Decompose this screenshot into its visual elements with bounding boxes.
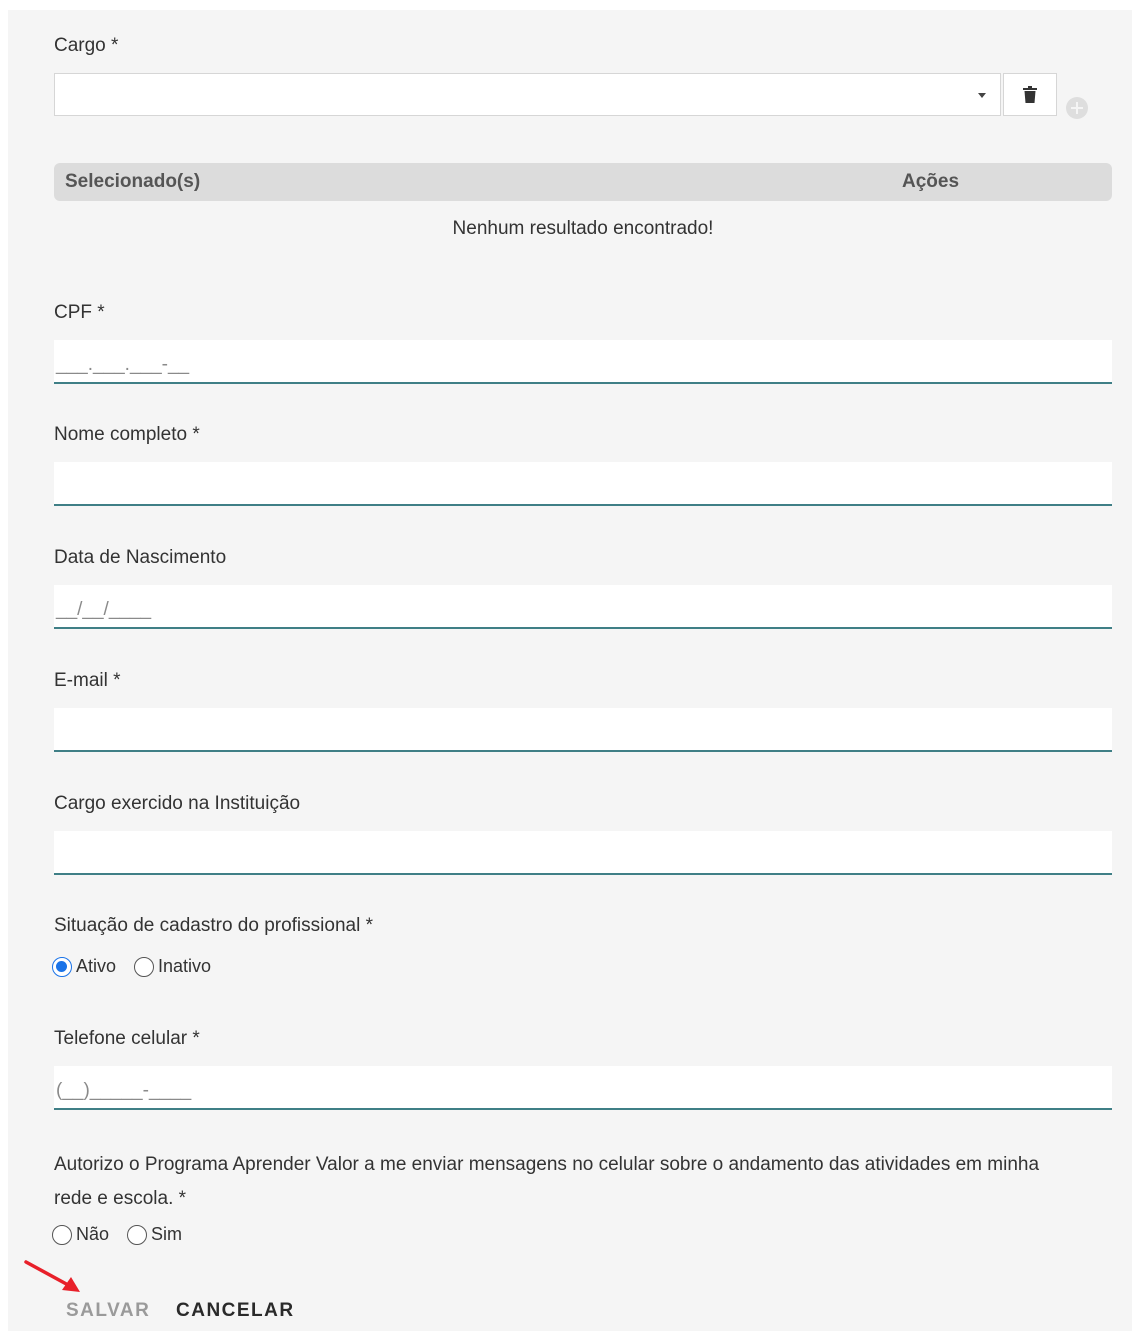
nascimento-label: Data de Nascimento <box>54 547 227 568</box>
autorizacao-radio-group: Não Sim <box>52 1224 200 1245</box>
situacao-option-ativo[interactable]: Ativo <box>52 956 116 977</box>
cpf-mask: ___.___.___-__ <box>56 354 190 375</box>
autorizacao-option-label: Sim <box>151 1224 183 1244</box>
nome-field[interactable] <box>54 462 1112 506</box>
delete-cargo-button[interactable] <box>1003 73 1057 116</box>
cancel-button[interactable]: CANCELAR <box>176 1300 295 1322</box>
radio-ativo[interactable] <box>52 956 72 977</box>
telefone-field[interactable]: (__)_____-____ <box>54 1066 1112 1110</box>
situacao-option-label: Inativo <box>158 956 212 976</box>
column-header-selected: Selecionado(s) <box>65 171 201 192</box>
situacao-option-inativo[interactable]: Inativo <box>134 956 211 977</box>
cargo-select[interactable] <box>54 73 1001 116</box>
plus-circle-icon[interactable] <box>1066 97 1088 119</box>
situacao-radio-group: Ativo Inativo <box>52 956 229 977</box>
column-header-actions: Ações <box>902 171 960 192</box>
autorizacao-text: Autorizo o Programa Aprender Valor a me … <box>54 1154 1040 1209</box>
email-field[interactable] <box>54 708 1112 752</box>
cargo-label: Cargo * <box>54 35 119 56</box>
cpf-field[interactable]: ___.___.___-__ <box>54 340 1112 384</box>
situacao-option-label: Ativo <box>76 956 117 976</box>
nascimento-field[interactable]: __/__/____ <box>54 585 1112 629</box>
empty-results-message: Nenhum resultado encontrado! <box>452 218 714 239</box>
telefone-label: Telefone celular * <box>54 1028 200 1049</box>
radio-inativo[interactable] <box>134 956 155 977</box>
radio-sim[interactable] <box>127 1224 148 1245</box>
nascimento-mask: __/__/____ <box>56 599 152 620</box>
trash-icon <box>1023 86 1037 103</box>
form-panel <box>8 10 1132 1331</box>
radio-nao[interactable] <box>52 1224 72 1245</box>
autorizacao-option-sim[interactable]: Sim <box>127 1224 182 1245</box>
nome-label: Nome completo * <box>54 424 200 445</box>
autorizacao-option-label: Não <box>76 1224 110 1244</box>
selected-table-header: Selecionado(s) Ações <box>54 163 1112 201</box>
cargo-exercido-field[interactable] <box>54 831 1112 875</box>
situacao-label: Situação de cadastro do profissional * <box>54 915 373 936</box>
annotation-arrow-icon <box>24 1260 80 1292</box>
cargo-exercido-label: Cargo exercido na Instituição <box>54 793 301 814</box>
autorizacao-option-nao[interactable]: Não <box>52 1224 109 1245</box>
telefone-mask: (__)_____-____ <box>56 1080 192 1101</box>
caret-down-icon <box>978 93 986 98</box>
cpf-label: CPF * <box>54 302 105 323</box>
email-label: E-mail * <box>54 670 121 691</box>
save-button[interactable]: SALVAR <box>66 1300 150 1322</box>
